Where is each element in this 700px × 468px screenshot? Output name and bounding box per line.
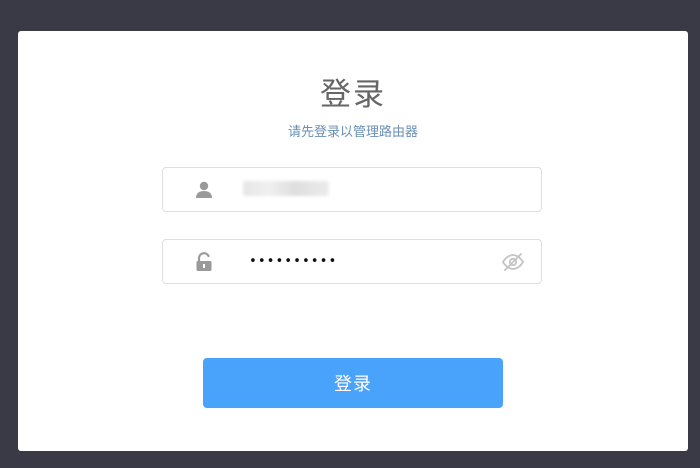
login-button[interactable]: 登录	[203, 358, 503, 408]
user-icon	[196, 181, 212, 198]
password-input[interactable]: ••••••••••	[249, 240, 337, 283]
eye-off-icon[interactable]	[501, 251, 525, 273]
lock-icon	[196, 252, 212, 271]
page-subtitle: 请先登录以管理路由器	[287, 125, 418, 140]
page-title: 登录	[320, 77, 386, 113]
username-field[interactable]	[162, 167, 542, 212]
password-field[interactable]: ••••••••••	[162, 239, 542, 284]
username-input[interactable]	[243, 168, 493, 211]
login-card: 登录 请先登录以管理路由器 •••••••••• 登录	[18, 31, 688, 451]
